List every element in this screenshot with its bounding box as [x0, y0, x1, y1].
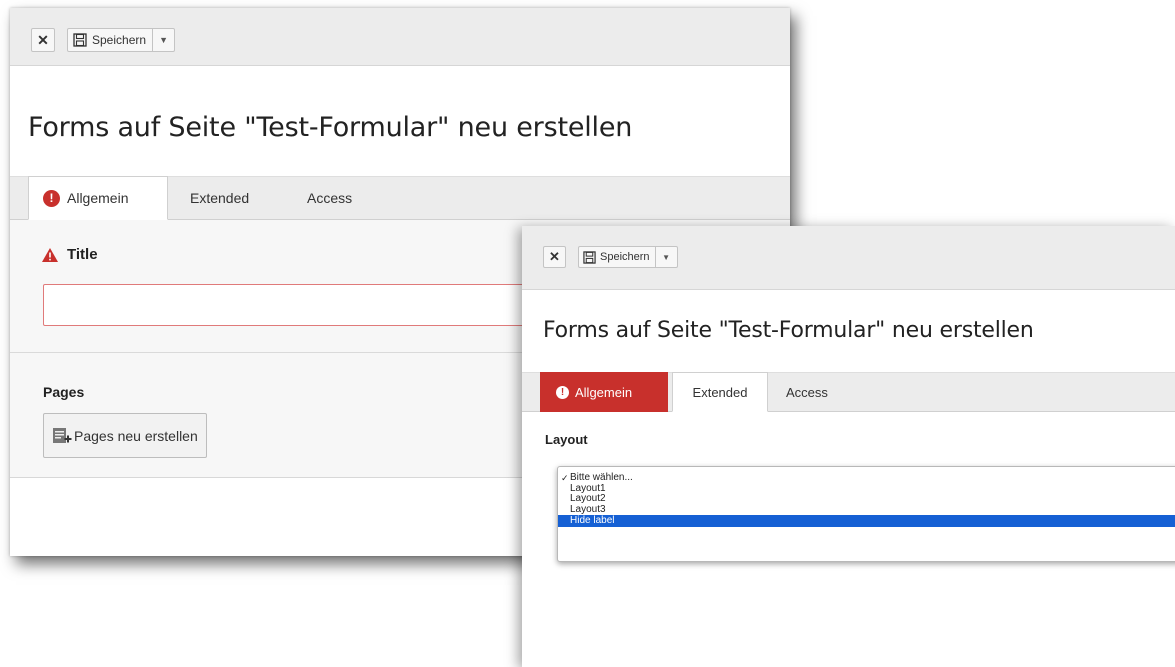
tab-label: Access [307, 190, 353, 206]
tab-bar: ! Allgemein Extended Access [522, 372, 1175, 412]
tab-label: Allgemein [575, 384, 633, 400]
pages-create-button[interactable]: Pages neu erstellen [43, 413, 207, 458]
layout-field-label: Layout [545, 432, 588, 447]
save-button[interactable]: Speichern [67, 28, 154, 52]
close-x-icon: ✕ [37, 31, 49, 48]
tab-access[interactable]: Access [307, 176, 387, 220]
exclamation-circle-icon: ! [556, 385, 569, 399]
floppy-disk-icon [583, 250, 596, 264]
checkmark-icon: ✓ [561, 473, 569, 483]
tab-extended[interactable]: Extended [672, 372, 768, 412]
save-button[interactable]: Speichern [578, 246, 656, 268]
pages-field-label: Pages [43, 384, 85, 400]
layout-option-layout3[interactable]: Layout3 [558, 503, 1175, 516]
tab-allgemein[interactable]: ! Allgemein [540, 372, 668, 412]
exclamation-circle-icon: ! [43, 189, 60, 207]
layout-option-layout1[interactable]: Layout1 [558, 482, 1175, 495]
tab-access[interactable]: Access [786, 372, 856, 412]
tab-label: Access [786, 384, 828, 400]
save-label: Speichern [92, 33, 147, 47]
tab-allgemein[interactable]: ! Allgemein [28, 176, 168, 220]
warning-triangle-icon [42, 247, 58, 262]
save-options-button[interactable]: ▼ [153, 28, 176, 52]
layout-option-hide-label[interactable]: Hide label [558, 515, 1175, 527]
front-window: ✕ Speichern ▼ Forms auf Seite "Test-Form… [522, 226, 1175, 667]
tab-label: Extended [190, 190, 250, 206]
caret-down-icon: ▼ [662, 252, 670, 262]
save-button-group: Speichern ▼ [67, 28, 176, 52]
tab-bar: ! Allgemein Extended Access [10, 176, 790, 220]
option-label: Layout3 [570, 503, 606, 515]
title-field-label: Title [42, 246, 98, 263]
layout-select-dropdown[interactable]: ✓ Bitte wählen... Layout1 Layout2 Layout… [557, 466, 1175, 562]
new-record-icon [53, 427, 72, 443]
close-x-icon: ✕ [549, 249, 560, 264]
save-label: Speichern [600, 251, 650, 263]
option-label: Layout2 [570, 493, 606, 504]
option-label: Hide label [570, 515, 615, 526]
save-options-button[interactable]: ▼ [655, 246, 678, 268]
tab-label: Extended [692, 384, 748, 400]
page-title: Forms auf Seite "Test-Formular" neu erst… [28, 112, 633, 143]
tab-extended[interactable]: Extended [190, 176, 280, 220]
toolbar: ✕ Speichern ▼ [522, 226, 1175, 290]
toolbar: ✕ Speichern ▼ [10, 8, 790, 66]
pages-button-label: Pages neu erstellen [74, 427, 198, 444]
option-label: Layout1 [570, 482, 606, 494]
save-button-group: Speichern ▼ [578, 246, 678, 268]
close-button[interactable]: ✕ [31, 28, 55, 52]
tab-label: Allgemein [67, 190, 129, 206]
caret-down-icon: ▼ [159, 35, 168, 45]
close-button[interactable]: ✕ [543, 246, 566, 268]
page-title: Forms auf Seite "Test-Formular" neu erst… [543, 318, 1034, 343]
layout-option-layout2[interactable]: Layout2 [558, 493, 1175, 505]
layout-option-bitte-waehlen[interactable]: ✓ Bitte wählen... [558, 472, 1175, 484]
title-label-text: Title [67, 246, 98, 263]
option-label: Bitte wählen... [570, 472, 633, 483]
floppy-disk-icon [73, 33, 87, 47]
